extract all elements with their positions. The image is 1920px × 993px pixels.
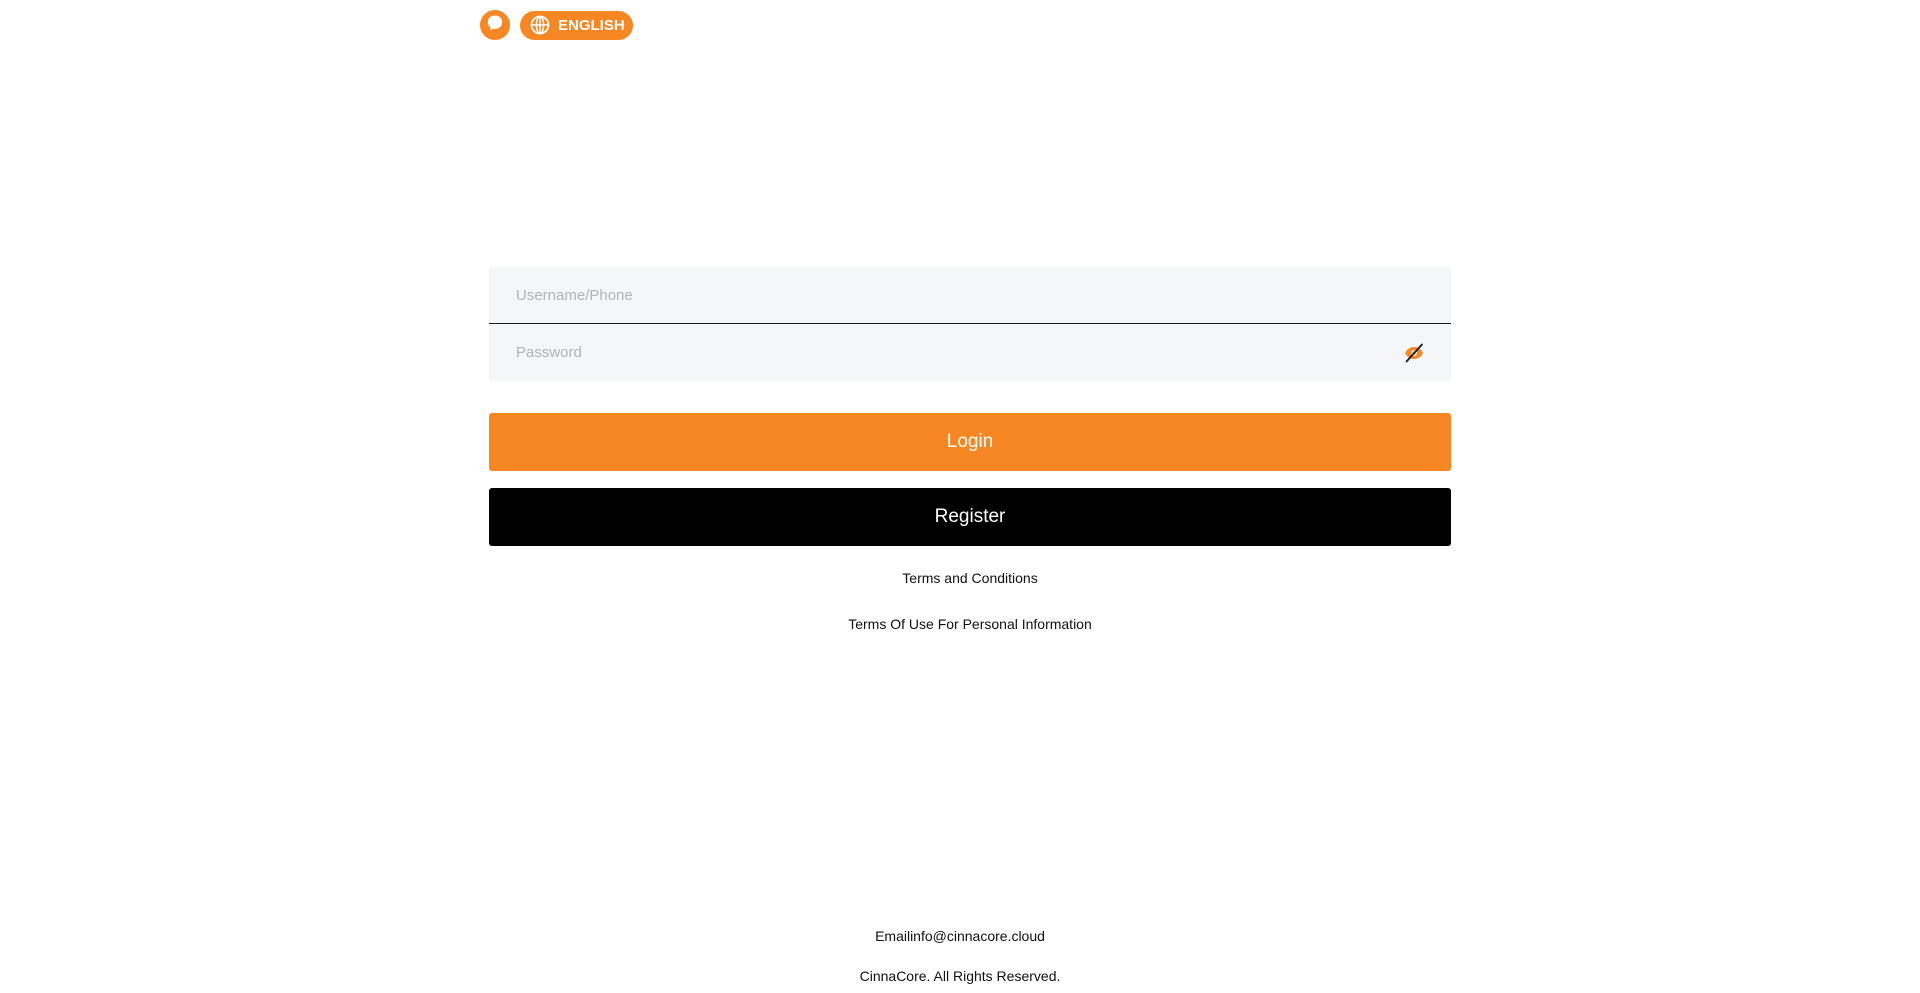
- support-button[interactable]: [480, 10, 510, 40]
- password-input[interactable]: [489, 324, 1451, 381]
- login-page: ENGLISH Login Register Terms and Conditi…: [0, 0, 1920, 993]
- language-label: ENGLISH: [558, 16, 625, 34]
- globe-icon: [530, 15, 550, 35]
- register-button[interactable]: Register: [489, 488, 1451, 546]
- password-field-wrapper: [489, 324, 1451, 381]
- terms-link[interactable]: Terms and Conditions: [489, 570, 1451, 586]
- footer-email: Emailinfo@cinnacore.cloud: [875, 928, 1045, 944]
- privacy-terms-link[interactable]: Terms Of Use For Personal Information: [489, 616, 1451, 632]
- language-selector[interactable]: ENGLISH: [520, 10, 633, 40]
- login-button[interactable]: Login: [489, 413, 1451, 471]
- username-input[interactable]: [489, 267, 1451, 323]
- footer-copyright: CinnaCore. All Rights Reserved.: [859, 968, 1061, 984]
- login-form: Login Register Terms and Conditions Term…: [489, 267, 1451, 632]
- eye-slash-icon[interactable]: [1402, 341, 1426, 365]
- chat-bubble-icon: [486, 14, 504, 37]
- username-field-wrapper: [489, 267, 1451, 324]
- top-bar: ENGLISH: [480, 10, 633, 40]
